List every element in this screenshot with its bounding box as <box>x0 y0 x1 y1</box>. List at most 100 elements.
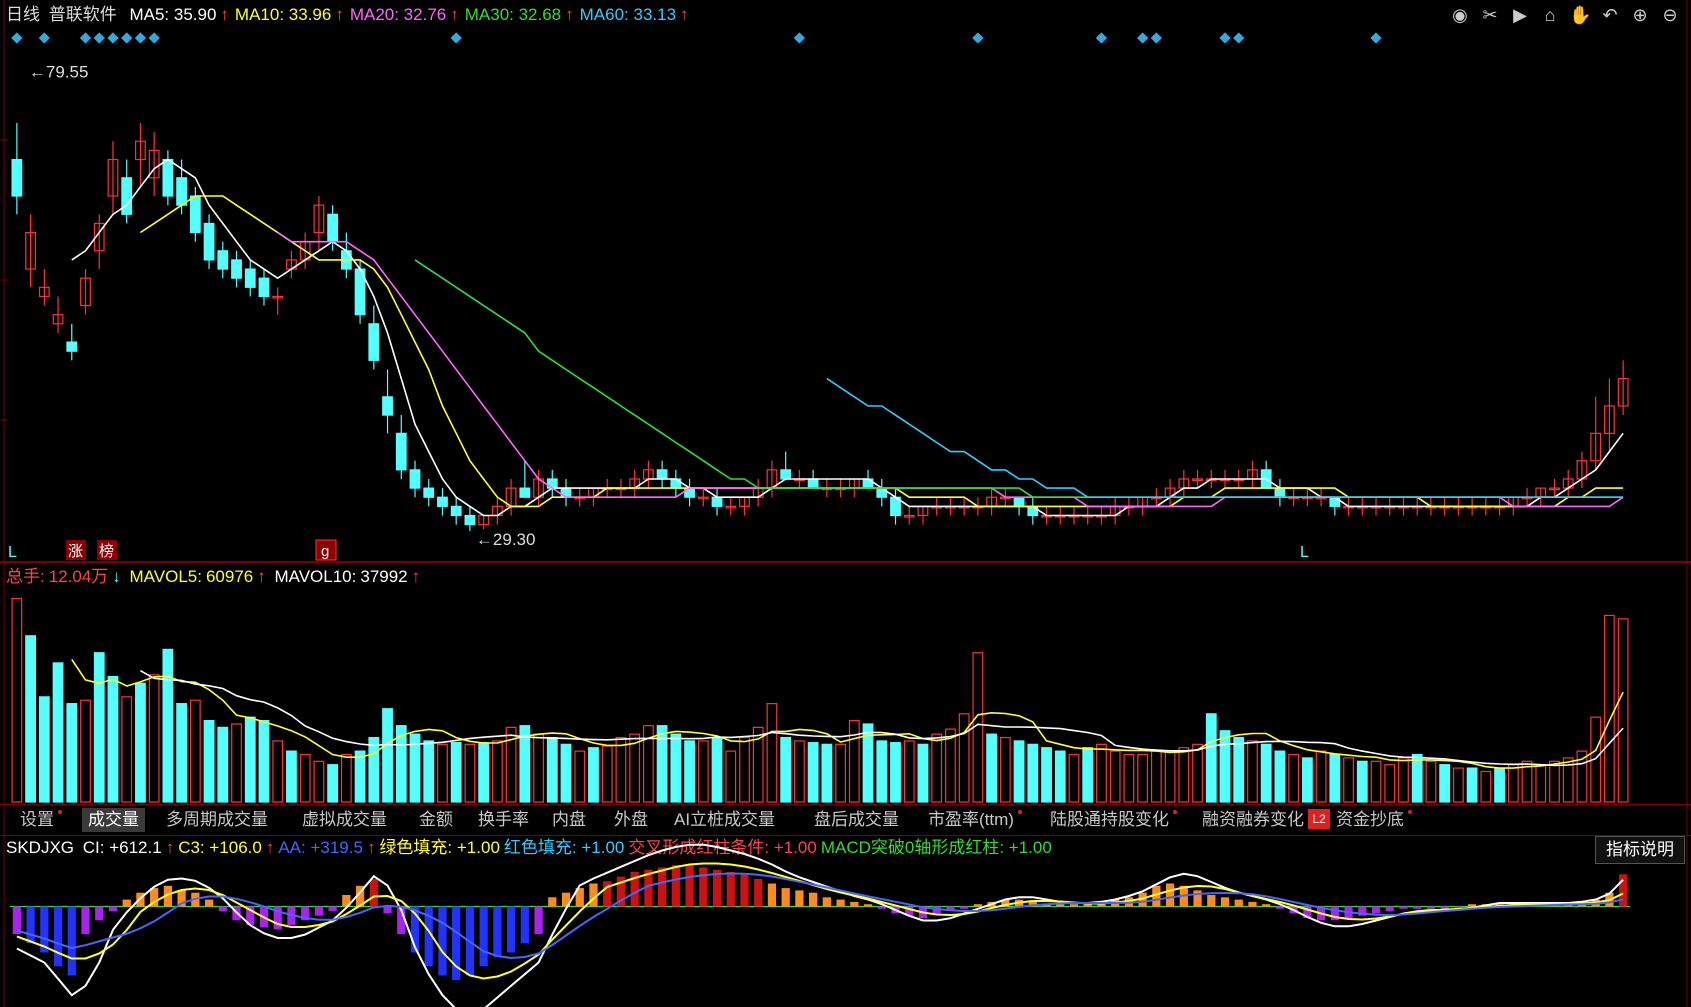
indicator-bar <box>67 906 76 976</box>
volume-bar <box>1164 750 1176 803</box>
indicator-bar <box>1248 901 1257 907</box>
candle-body <box>807 478 819 489</box>
volume-bar <box>423 740 435 803</box>
candle-body <box>244 268 256 288</box>
volume-bar <box>1150 750 1162 803</box>
indicator-bar <box>1207 895 1216 907</box>
chart-canvas[interactable]: ←79.55 ←29.30 涨榜 g L L <box>0 0 1691 1007</box>
volume-bar <box>1301 757 1313 803</box>
indicator-bar <box>863 904 873 907</box>
indicator-bar <box>973 904 982 907</box>
mavol5-line <box>71 659 1624 769</box>
volume-bar <box>80 699 91 803</box>
indicator-bar <box>1220 897 1230 907</box>
indicator-bar <box>218 906 227 912</box>
indicator-bar <box>506 906 516 953</box>
indicator-bar <box>12 906 21 935</box>
volume-bar <box>1535 764 1547 803</box>
volume-bar <box>890 742 901 803</box>
l-mark-0: L <box>8 544 17 561</box>
volume-bar <box>821 743 833 803</box>
volume-bar <box>1082 747 1094 803</box>
volume-bar <box>780 736 792 803</box>
candle-body <box>423 487 435 498</box>
candle-body <box>66 341 78 352</box>
volume-bar <box>1480 770 1492 803</box>
volume-bar <box>1109 750 1121 803</box>
volume-bar <box>574 750 586 803</box>
volume-bar <box>1192 743 1203 803</box>
volume-bar <box>725 750 737 803</box>
indicator-bar <box>1083 904 1092 907</box>
indicator-bar <box>548 897 557 907</box>
indicator-bar <box>1275 906 1285 909</box>
volume-bar <box>368 736 380 803</box>
volume-bar <box>1549 760 1560 803</box>
indicator-bar <box>809 892 818 907</box>
indicator-bar <box>671 865 680 907</box>
volume-bar <box>1315 750 1327 803</box>
candle-body <box>258 277 270 298</box>
candle-body <box>203 222 215 261</box>
indicator-bar <box>767 883 777 907</box>
volume-bar <box>1123 753 1135 803</box>
volume-bar <box>1274 750 1286 803</box>
indicator-bar <box>685 865 694 907</box>
volume-bar <box>1343 757 1354 803</box>
volume-bar <box>52 662 64 803</box>
badge-text: 榜 <box>99 542 114 560</box>
volume-bar <box>1205 713 1217 803</box>
c3-line <box>16 862 1624 980</box>
candle-body <box>464 514 476 526</box>
volume-bar <box>1137 753 1149 803</box>
indicator-bar <box>520 906 529 944</box>
candle-body <box>382 396 393 416</box>
event-marker-icon <box>1095 32 1108 44</box>
volume-bar <box>1288 753 1300 803</box>
badge-text: 涨 <box>68 542 83 560</box>
volume-bar <box>986 733 998 803</box>
event-marker-icon <box>450 32 462 44</box>
indicator-bar <box>314 906 324 916</box>
volume-bar <box>766 703 778 803</box>
candle-body <box>176 177 188 206</box>
indicator-bar <box>822 897 831 907</box>
indicator-bar <box>1193 890 1202 907</box>
volume-bar <box>38 696 50 803</box>
indicator-bar <box>1619 874 1628 907</box>
volume-bar <box>945 728 956 803</box>
candle-body <box>780 469 792 480</box>
indicator-bar <box>658 867 667 907</box>
candle-body <box>409 469 421 489</box>
volume-bar <box>533 733 544 803</box>
volume-bar <box>327 764 339 803</box>
volume-bar <box>203 719 215 803</box>
ma-line-ma30 <box>414 259 1624 498</box>
candle-body <box>231 259 242 279</box>
volume-bar <box>244 716 256 803</box>
volume-bar <box>478 742 490 803</box>
volume-bar <box>1260 743 1272 803</box>
aa-line <box>16 872 1624 960</box>
l-mark-1: L <box>1300 544 1309 561</box>
volume-bar <box>1494 767 1505 803</box>
volume-bar <box>135 682 146 803</box>
indicator-bar <box>493 906 502 958</box>
volume-bar <box>807 742 819 803</box>
volume-bar <box>615 736 627 803</box>
event-marker-icon <box>793 32 806 44</box>
volume-bar <box>437 743 448 803</box>
volume-bar <box>1356 760 1368 803</box>
volume-bar <box>25 635 36 803</box>
event-marker-icon <box>1150 32 1163 44</box>
candle-body <box>656 469 668 480</box>
event-marker-icon <box>1233 32 1245 44</box>
volume-bar <box>1452 767 1464 803</box>
volume-bar <box>1439 764 1451 803</box>
volume-bar <box>684 740 695 803</box>
volume-bar <box>1178 747 1190 803</box>
candle-body <box>450 505 462 517</box>
volume-bar <box>217 726 229 803</box>
indicator-bar <box>1371 906 1381 914</box>
volume-bar <box>931 733 943 803</box>
